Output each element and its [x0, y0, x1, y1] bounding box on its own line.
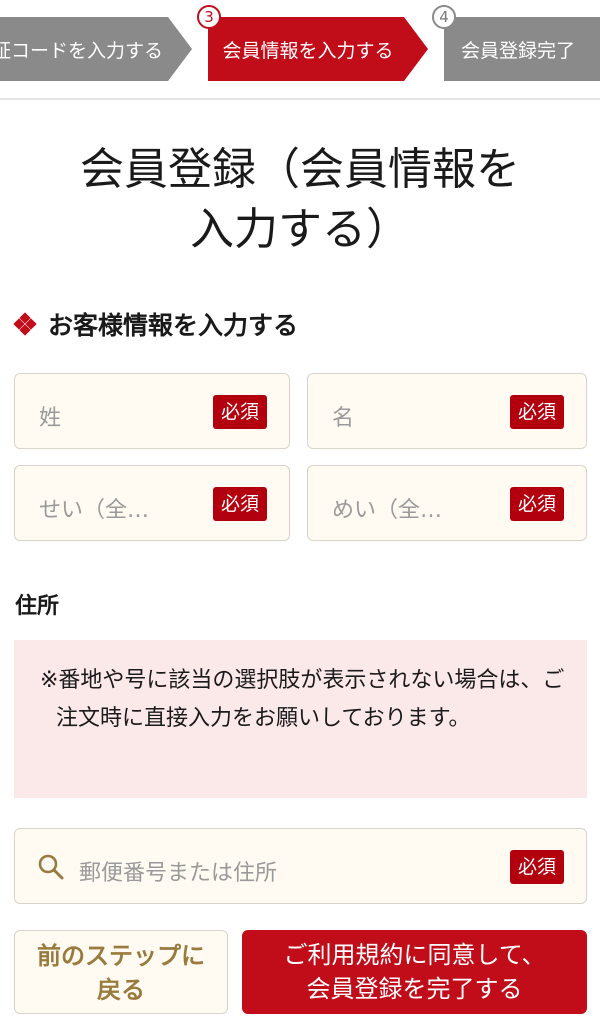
- step-registration-complete-label: 会員登録完了: [461, 39, 576, 62]
- last-name-kana-placeholder: せい（全…: [39, 498, 150, 523]
- step-enter-code-label: 証コードを入力する: [0, 39, 164, 62]
- search-icon: [38, 854, 64, 880]
- back-button[interactable]: 前のステップに 戻る: [14, 930, 228, 1014]
- address-label: 住所: [15, 594, 60, 619]
- step-enter-code: 証コードを入力する: [0, 17, 192, 81]
- address-notice: ※番地や号に該当の選択肢が表示されない場合は、ご注文時に直接入力をお願いしており…: [14, 640, 587, 798]
- submit-button[interactable]: ご利用規約に同意して、 会員登録を完了する: [242, 930, 587, 1014]
- required-badge: 必須: [509, 487, 564, 521]
- page-title-line1: 会員登録（会員情報を: [80, 144, 520, 195]
- section-title: お客様情報を入力する: [48, 311, 299, 340]
- first-name-kana-placeholder: めい（全…: [332, 498, 443, 523]
- page-title: 会員登録（会員情報を 入力する）: [0, 140, 600, 260]
- required-badge: 必須: [509, 395, 564, 429]
- address-search-placeholder: 郵便番号または住所: [79, 861, 278, 886]
- step-3-number-badge: 3: [197, 5, 221, 29]
- first-name-kana-field[interactable]: めい（全… 必須: [307, 465, 587, 541]
- last-name-kana-field[interactable]: せい（全… 必須: [14, 465, 290, 541]
- required-badge: 必須: [212, 395, 267, 429]
- step-4-number-badge: 4: [432, 5, 456, 29]
- required-badge: 必須: [509, 850, 564, 884]
- page-title-line2: 入力する）: [190, 204, 410, 255]
- last-name-field[interactable]: 姓 必須: [14, 373, 290, 449]
- submit-button-line2: 会員登録を完了する: [306, 975, 523, 1003]
- first-name-field[interactable]: 名 必須: [307, 373, 587, 449]
- first-name-placeholder: 名: [332, 406, 355, 431]
- diamond-icon: [13, 312, 37, 336]
- back-button-line1: 前のステップに: [37, 942, 205, 970]
- required-badge: 必須: [212, 487, 267, 521]
- back-button-line2: 戻る: [97, 976, 145, 1004]
- step-enter-member-info-label: 会員情報を入力する: [222, 39, 394, 62]
- step-enter-member-info: 会員情報を入力する: [208, 17, 428, 81]
- submit-button-line1: ご利用規約に同意して、: [283, 941, 546, 969]
- last-name-placeholder: 姓: [39, 406, 62, 431]
- address-search-input[interactable]: 郵便番号または住所 必須: [14, 828, 587, 904]
- step-registration-complete: 会員登録完了: [444, 17, 600, 81]
- progress-stepper: 証コードを入力する 会員情報を入力する 会員登録完了 3 4: [0, 0, 600, 100]
- customer-info-heading: お客様情報を入力する: [13, 306, 299, 342]
